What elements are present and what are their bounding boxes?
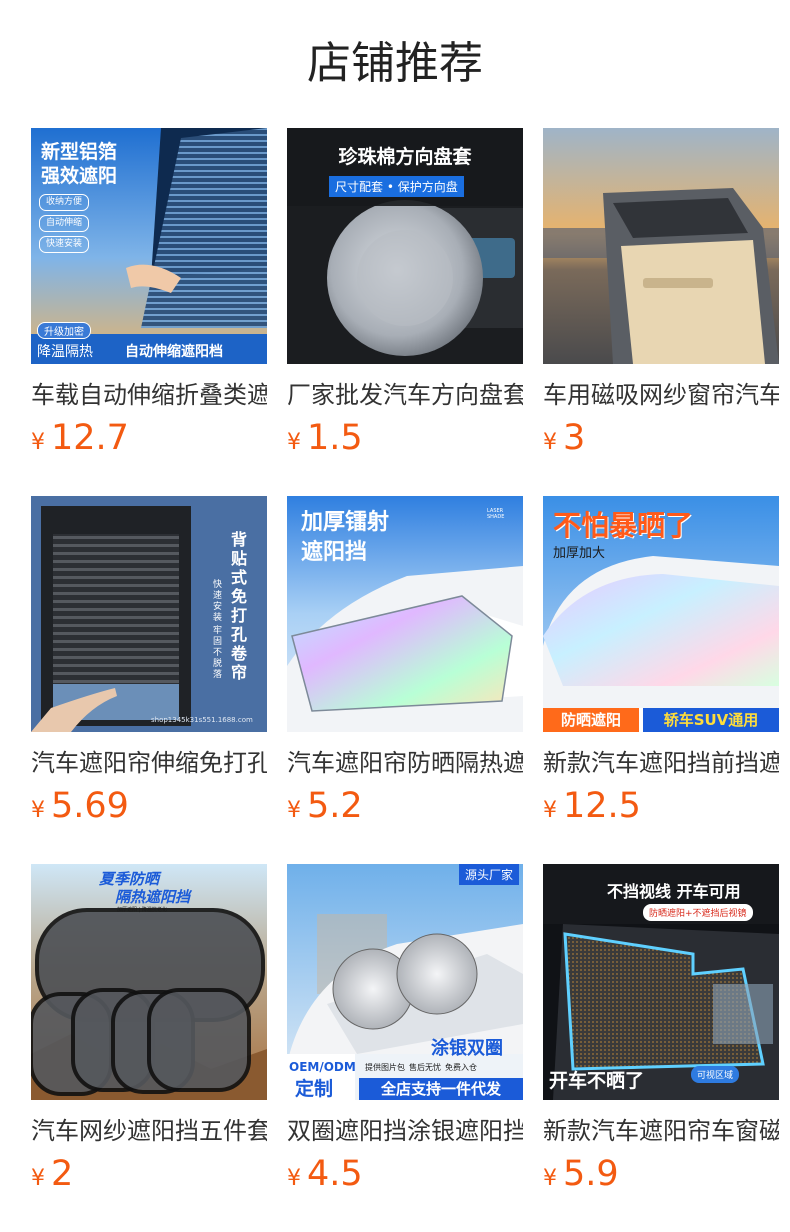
image-badge: 防晒遮阳+不遮挡后视镜 xyxy=(643,904,753,921)
image-caption: 不挡视线 开车可用 xyxy=(607,882,741,901)
product-price: ¥4.5 xyxy=(287,1152,523,1196)
image-caption: 开车不晒了 xyxy=(549,1070,645,1092)
price-value: 5.2 xyxy=(307,786,363,826)
product-name[interactable]: 汽车遮阳帘伸缩免打孔 xyxy=(31,746,267,780)
image-caption: OEM/ODM xyxy=(289,1060,356,1074)
product-card[interactable]: 不怕暴晒了 加厚加大 防晒遮阳 轿车SUV通用 新款汽车遮阳挡前挡遮 ¥12.5 xyxy=(543,496,779,864)
product-image[interactable]: 加厚镭射 遮阳挡 LASER SHADE xyxy=(287,496,523,732)
product-name[interactable]: 新款汽车遮阳帘车窗磁 xyxy=(543,1114,779,1148)
product-image[interactable]: 夏季防晒 隔热遮阳挡 加厚遮阳 | 降温抗老化 xyxy=(31,864,267,1100)
image-caption: 定制 xyxy=(295,1078,334,1100)
product-name[interactable]: 厂家批发汽车方向盘套 xyxy=(287,378,523,412)
product-image[interactable]: 背贴式免打孔卷帘 快速安装 牢固不脱落 shop1345k31s551.1688… xyxy=(31,496,267,732)
currency-symbol: ¥ xyxy=(287,430,301,455)
image-badge: 轿车SUV通用 xyxy=(643,708,779,732)
product-card[interactable]: 不挡视线 开车可用 防晒遮阳+不遮挡后视镜 开车不晒了 可视区域 新款汽车遮阳帘… xyxy=(543,864,779,1232)
currency-symbol: ¥ xyxy=(31,1166,45,1191)
image-caption: 全店支持一件代发 xyxy=(380,1080,501,1098)
product-price: ¥12.5 xyxy=(543,784,779,828)
currency-symbol: ¥ xyxy=(31,798,45,823)
price-value: 4.5 xyxy=(307,1154,363,1194)
currency-symbol: ¥ xyxy=(31,430,45,455)
product-image[interactable]: 不怕暴晒了 加厚加大 防晒遮阳 轿车SUV通用 xyxy=(543,496,779,732)
image-caption: 不怕暴晒了 xyxy=(553,509,694,542)
product-image[interactable]: 不挡视线 开车可用 防晒遮阳+不遮挡后视镜 开车不晒了 可视区域 xyxy=(543,864,779,1100)
image-caption: 降温隔热 xyxy=(37,344,93,360)
image-caption: 涂银双圈 xyxy=(431,1038,503,1059)
image-tags: 提供图片包 售后无忧 免费入仓 xyxy=(365,1063,477,1072)
image-badge: 源头厂家 xyxy=(459,864,520,885)
product-image[interactable] xyxy=(543,128,779,364)
product-card[interactable]: 车用磁吸网纱窗帘汽车 ¥3 xyxy=(543,128,779,496)
product-card[interactable]: 珍珠棉方向盘套 尺寸配套 • 保护方向盘 厂家批发汽车方向盘套 ¥1.5 xyxy=(287,128,523,496)
currency-symbol: ¥ xyxy=(543,430,557,455)
currency-symbol: ¥ xyxy=(287,1166,301,1191)
product-card[interactable]: 加厚镭射 遮阳挡 LASER SHADE 汽车遮阳帘防晒隔热遮 ¥5.2 xyxy=(287,496,523,864)
image-caption: 加厚镭射 遮阳挡 xyxy=(301,510,390,565)
product-name[interactable]: 汽车网纱遮阳挡五件套 xyxy=(31,1114,267,1148)
product-card[interactable]: 背贴式免打孔卷帘 快速安装 牢固不脱落 shop1345k31s551.1688… xyxy=(31,496,267,864)
product-price: ¥1.5 xyxy=(287,416,523,460)
image-badges: 收纳方便 自动伸缩 快速安装 xyxy=(39,194,90,253)
price-value: 5.9 xyxy=(563,1154,619,1194)
image-caption: 背贴式免打孔卷帘 xyxy=(231,530,248,682)
product-price: ¥12.7 xyxy=(31,416,267,460)
product-image[interactable]: 新型铝箔 强效遮阳 收纳方便 自动伸缩 快速安装 升级加密 降温隔热 自动伸缩遮… xyxy=(31,128,267,364)
price-value: 5.69 xyxy=(51,786,129,826)
product-price: ¥5.9 xyxy=(543,1152,779,1196)
currency-symbol: ¥ xyxy=(543,1166,557,1191)
image-badge: 尺寸配套 • 保护方向盘 xyxy=(329,176,464,197)
product-card[interactable]: 源头厂家 涂银双圈 OEM/ODM 定制 提供图片包 售后无忧 免费入仓 全店支持一… xyxy=(287,864,523,1232)
image-badge: 可视区域 xyxy=(691,1066,740,1083)
product-image[interactable]: 源头厂家 涂银双圈 OEM/ODM 定制 提供图片包 售后无忧 免费入仓 全店支持一… xyxy=(287,864,523,1100)
price-value: 3 xyxy=(563,418,586,458)
product-price: ¥5.69 xyxy=(31,784,267,828)
price-value: 1.5 xyxy=(307,418,363,458)
product-price: ¥3 xyxy=(543,416,779,460)
price-value: 12.7 xyxy=(51,418,129,458)
image-caption: 快速安装 xyxy=(213,580,223,623)
product-name[interactable]: 新款汽车遮阳挡前挡遮 xyxy=(543,746,779,780)
price-value: 2 xyxy=(51,1154,74,1194)
image-badge: 防晒遮阳 xyxy=(543,708,639,732)
currency-symbol: ¥ xyxy=(543,798,557,823)
product-card[interactable]: 新型铝箔 强效遮阳 收纳方便 自动伸缩 快速安装 升级加密 降温隔热 自动伸缩遮… xyxy=(31,128,267,496)
product-name[interactable]: 汽车遮阳帘防晒隔热遮 xyxy=(287,746,523,780)
image-badge: 升级加密 xyxy=(37,322,91,339)
image-caption: 加厚遮阳 | 降温抗老化 xyxy=(117,907,167,913)
product-card[interactable]: 夏季防晒 隔热遮阳挡 加厚遮阳 | 降温抗老化 汽车网纱遮阳挡五件套 ¥2 xyxy=(31,864,267,1232)
product-name[interactable]: 车载自动伸缩折叠类遮阳帘 xyxy=(31,378,267,412)
image-caption: 珍珠棉方向盘套 xyxy=(338,146,472,168)
product-name[interactable]: 车用磁吸网纱窗帘汽车 xyxy=(543,378,779,412)
section-title: 店铺推荐 xyxy=(307,38,483,89)
product-image[interactable]: 珍珠棉方向盘套 尺寸配套 • 保护方向盘 xyxy=(287,128,523,364)
image-caption: LASER SHADE xyxy=(487,508,505,520)
product-grid: 新型铝箔 强效遮阳 收纳方便 自动伸缩 快速安装 升级加密 降温隔热 自动伸缩遮… xyxy=(31,128,790,1232)
currency-symbol: ¥ xyxy=(287,798,301,823)
image-caption: 牢固不脱落 xyxy=(213,626,223,680)
product-price: ¥5.2 xyxy=(287,784,523,828)
image-watermark: shop1345k31s551.1688.com xyxy=(151,716,253,724)
image-caption: 新型铝箔 强效遮阳 xyxy=(41,141,118,187)
image-caption: 自动伸缩遮阳档 xyxy=(125,344,223,360)
product-name[interactable]: 双圈遮阳挡涂银遮阳挡 xyxy=(287,1114,523,1148)
price-value: 12.5 xyxy=(563,786,641,826)
image-caption: 隔热遮阳挡 xyxy=(115,888,191,906)
product-price: ¥2 xyxy=(31,1152,267,1196)
image-caption: 加厚加大 xyxy=(553,546,606,561)
